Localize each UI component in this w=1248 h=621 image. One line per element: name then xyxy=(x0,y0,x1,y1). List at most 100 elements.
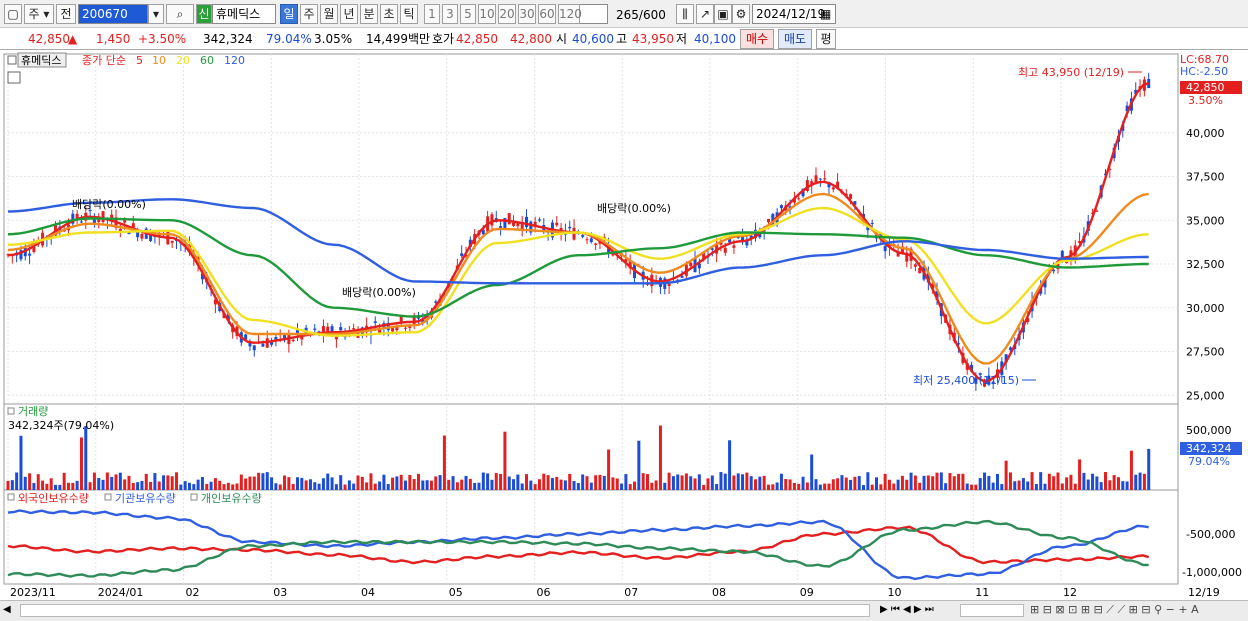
volume-bar-179 xyxy=(779,473,783,490)
interval-tab-6[interactable]: 틱 xyxy=(400,4,418,24)
volume-bar-57 xyxy=(252,476,256,490)
volume-bar-1 xyxy=(10,480,14,490)
volume-bar-248 xyxy=(1078,459,1082,490)
volume-bar-12 xyxy=(58,484,62,490)
n-button-30[interactable]: 30 xyxy=(518,4,536,24)
n-button-10[interactable]: 10 xyxy=(478,4,496,24)
volume-bar-8 xyxy=(41,480,45,490)
chart-area[interactable]: 25,000 27,500 30,000 32,500 35,000 37,500 40,0… xyxy=(0,52,1248,621)
interval-tab-0[interactable]: 일 xyxy=(280,4,298,24)
candle-body-31 xyxy=(140,233,144,239)
volume-bar-149 xyxy=(650,482,654,490)
volume-bar-66 xyxy=(291,483,295,490)
volume-bar-123 xyxy=(537,479,541,490)
volume-bar-222 xyxy=(965,483,969,490)
stock-name-field[interactable]: 휴메딕스 xyxy=(212,4,276,24)
volume-bar-264 xyxy=(1147,448,1151,490)
period-select[interactable]: 주 ▾ xyxy=(24,4,54,24)
candle-body-191 xyxy=(831,187,835,190)
volume-bar-209 xyxy=(909,472,913,490)
calendar-icon[interactable]: ▦ xyxy=(820,7,831,21)
n-button-5[interactable]: 5 xyxy=(460,4,476,24)
candle-body-120 xyxy=(525,216,529,228)
change-value: 1,450 xyxy=(96,32,131,46)
volume-bar-221 xyxy=(961,473,965,490)
volume-bar-6 xyxy=(32,483,36,490)
candle-body-116 xyxy=(507,213,511,225)
chart-scrollbar[interactable]: ◀ ▶ ⏮ ◀ ▶ ⏭ ⊞ ⊟ ⊠ ⊡ ⊞ ⊟ ⟋ ⟋ ⊞ ⊟ ⚲ − + A xyxy=(0,600,1248,621)
eval-button[interactable]: 평 xyxy=(816,29,836,49)
prev-button[interactable]: 전 xyxy=(56,4,76,24)
volume-bar-74 xyxy=(326,473,330,490)
volume-bar-80 xyxy=(352,483,356,490)
volume-bar-242 xyxy=(1052,476,1056,490)
count-value[interactable]: 265 xyxy=(616,8,639,22)
buy-button[interactable]: 매수 xyxy=(740,29,774,49)
stock-chart-svg[interactable]: 25,000 27,500 30,000 32,500 35,000 37,500 40,0… xyxy=(0,52,1248,621)
settings-icon[interactable]: ⚙ xyxy=(732,4,750,24)
dropdown-icon[interactable]: ▾ xyxy=(148,4,164,24)
n-button-1[interactable]: 1 xyxy=(424,4,440,24)
save-icon[interactable]: ▣ xyxy=(714,4,732,24)
volume-bar-77 xyxy=(339,475,343,490)
volume-bar-109 xyxy=(477,482,481,490)
window-icon[interactable]: ▢ xyxy=(4,4,22,24)
n-button-3[interactable]: 3 xyxy=(442,4,458,24)
volume-bar-54 xyxy=(239,474,243,490)
volume-bar-108 xyxy=(473,482,477,490)
chart-type-icon[interactable]: ⫼ xyxy=(676,4,694,24)
volume-bar-252 xyxy=(1095,476,1099,490)
scroll-left-icon[interactable]: ◀ xyxy=(3,604,11,615)
search-icon[interactable]: ⌕ xyxy=(166,4,194,24)
candle-body-133 xyxy=(581,235,585,237)
code-input[interactable]: 200670 xyxy=(78,4,148,24)
volume-bar-188 xyxy=(818,484,822,490)
zoom-slider[interactable] xyxy=(960,604,1024,617)
legend-price-label: 종가 단순 xyxy=(82,54,126,67)
interval-tab-2[interactable]: 월 xyxy=(320,4,338,24)
sell-button[interactable]: 매도 xyxy=(778,29,812,49)
volume-bar-75 xyxy=(330,477,334,490)
volume-bar-169 xyxy=(736,473,740,490)
n-button-120[interactable]: 120 xyxy=(558,4,582,24)
volume-bar-42 xyxy=(187,482,191,490)
volume-tick-label: 500,000 xyxy=(1186,424,1232,437)
volume-bar-38 xyxy=(170,476,174,490)
volume-bar-84 xyxy=(369,473,373,490)
volume-bar-220 xyxy=(957,473,961,490)
open-label: 시 xyxy=(556,32,568,46)
y-tick-4: 35,000 xyxy=(1186,214,1225,227)
volume-bar-9 xyxy=(45,483,49,490)
interval-tab-1[interactable]: 주 xyxy=(300,4,318,24)
volume-bar-148 xyxy=(645,474,649,490)
volume-bar-87 xyxy=(382,474,386,490)
x-tick-6: 06 xyxy=(536,586,550,599)
interval-tab-5[interactable]: 초 xyxy=(380,4,398,24)
volume-bar-15 xyxy=(71,482,75,490)
scroll-track[interactable] xyxy=(20,604,870,617)
volume-bar-99 xyxy=(434,476,438,490)
volume-bar-259 xyxy=(1125,481,1129,490)
volume-bar-46 xyxy=(205,483,209,490)
candle-body-158 xyxy=(689,262,693,267)
volume-bar-207 xyxy=(900,475,904,490)
volume-bar-167 xyxy=(728,440,732,490)
volume-bar-41 xyxy=(183,481,187,490)
y-tick-2: 30,000 xyxy=(1186,302,1225,315)
volume-bar-160 xyxy=(697,474,701,490)
current-price: 42,850 xyxy=(28,32,70,46)
y-tick-0: 25,000 xyxy=(1186,389,1225,402)
n-button-60[interactable]: 60 xyxy=(538,4,556,24)
y-tick-3: 32,500 xyxy=(1186,258,1225,271)
volume-bar-103 xyxy=(451,476,455,490)
interval-tab-4[interactable]: 분 xyxy=(360,4,378,24)
draw-tool-icon[interactable]: ↗ xyxy=(696,4,714,24)
interval-tab-3[interactable]: 년 xyxy=(340,4,358,24)
n-button-20[interactable]: 20 xyxy=(498,4,516,24)
up-arrow-icon: ▲ xyxy=(68,32,78,46)
tool-icons[interactable]: ⊞ ⊟ ⊠ ⊡ ⊞ ⊟ ⟋ ⟋ ⊞ ⊟ ⚲ − + A xyxy=(1030,603,1199,617)
table-icon[interactable] xyxy=(7,71,21,84)
scroll-right-icon[interactable]: ▶ ⏮ ◀ ▶ ⏭ xyxy=(880,604,934,615)
volume-value: 342,324 xyxy=(203,32,253,46)
volume-bar-174 xyxy=(758,476,762,490)
